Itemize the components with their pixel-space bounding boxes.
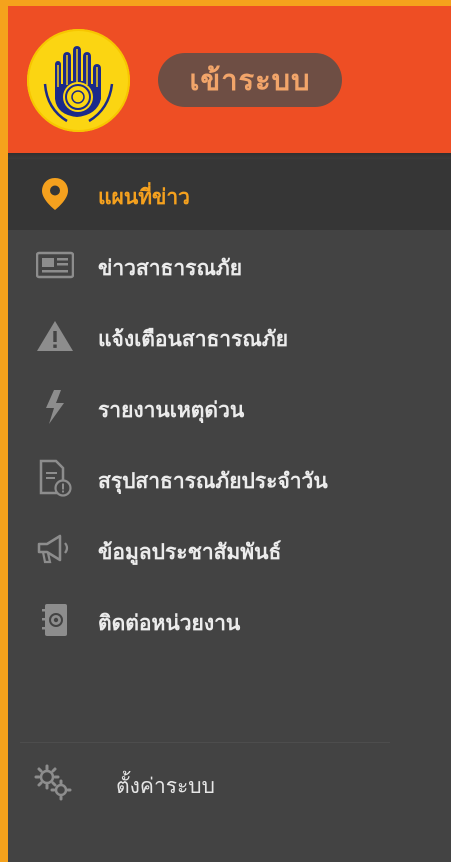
- menu-item-disaster-alert[interactable]: แจ้งเตือนสาธารณภัย: [8, 301, 451, 372]
- menu-item-contact-agency[interactable]: ติดต่อหน่วยงาน: [8, 585, 451, 656]
- menu-item-news-map[interactable]: แผนที่ข่าว: [8, 159, 451, 230]
- menu-item-settings[interactable]: ตั้งค่าระบบ: [8, 746, 451, 820]
- menu-item-label: ตั้งค่าระบบ: [116, 774, 215, 798]
- gears-icon: [34, 763, 74, 803]
- report-document-icon: [35, 458, 75, 498]
- menu-item-disaster-news[interactable]: ข่าวสาธารณภัย: [8, 230, 451, 301]
- map-pin-icon: [35, 174, 75, 214]
- menu-divider: [20, 742, 390, 743]
- lightning-icon: [35, 387, 75, 427]
- hand-emblem-logo-icon: [29, 31, 128, 130]
- menu-item-label: ติดต่อหน่วยงาน: [98, 611, 241, 635]
- menu-item-label: สรุปสาธารณภัยประจำวัน: [98, 469, 328, 493]
- menu-item-public-relations[interactable]: ข้อมูลประชาสัมพันธ์: [8, 514, 451, 585]
- contact-book-icon: [35, 600, 75, 640]
- menu-item-daily-summary[interactable]: สรุปสาธารณภัยประจำวัน: [8, 443, 451, 514]
- menu-item-urgent-report[interactable]: รายงานเหตุด่วน: [8, 372, 451, 443]
- menu-item-label: รายงานเหตุด่วน: [98, 398, 245, 422]
- drawer-header: เข้าระบบ: [8, 6, 451, 153]
- drawer-menu: แผนที่ข่าว ข่าวสาธารณภัย แจ้งเตือนสาธารณ…: [8, 159, 451, 656]
- menu-item-label: แผนที่ข่าว: [98, 185, 190, 209]
- menu-item-label: ข่าวสาธารณภัย: [98, 256, 243, 280]
- menu-item-label: ข้อมูลประชาสัมพันธ์: [98, 540, 282, 564]
- warning-icon: [35, 316, 75, 356]
- menu-item-label: แจ้งเตือนสาธารณภัย: [98, 327, 289, 351]
- navigation-drawer: เข้าระบบ แผนที่ข่าว ข่าวสาธารณภัย แจ้งเต…: [8, 6, 451, 862]
- megaphone-icon: [35, 529, 75, 569]
- newspaper-icon: [35, 245, 75, 285]
- login-button[interactable]: เข้าระบบ: [158, 53, 342, 107]
- organization-logo: [27, 29, 130, 132]
- login-button-label: เข้าระบบ: [189, 63, 311, 97]
